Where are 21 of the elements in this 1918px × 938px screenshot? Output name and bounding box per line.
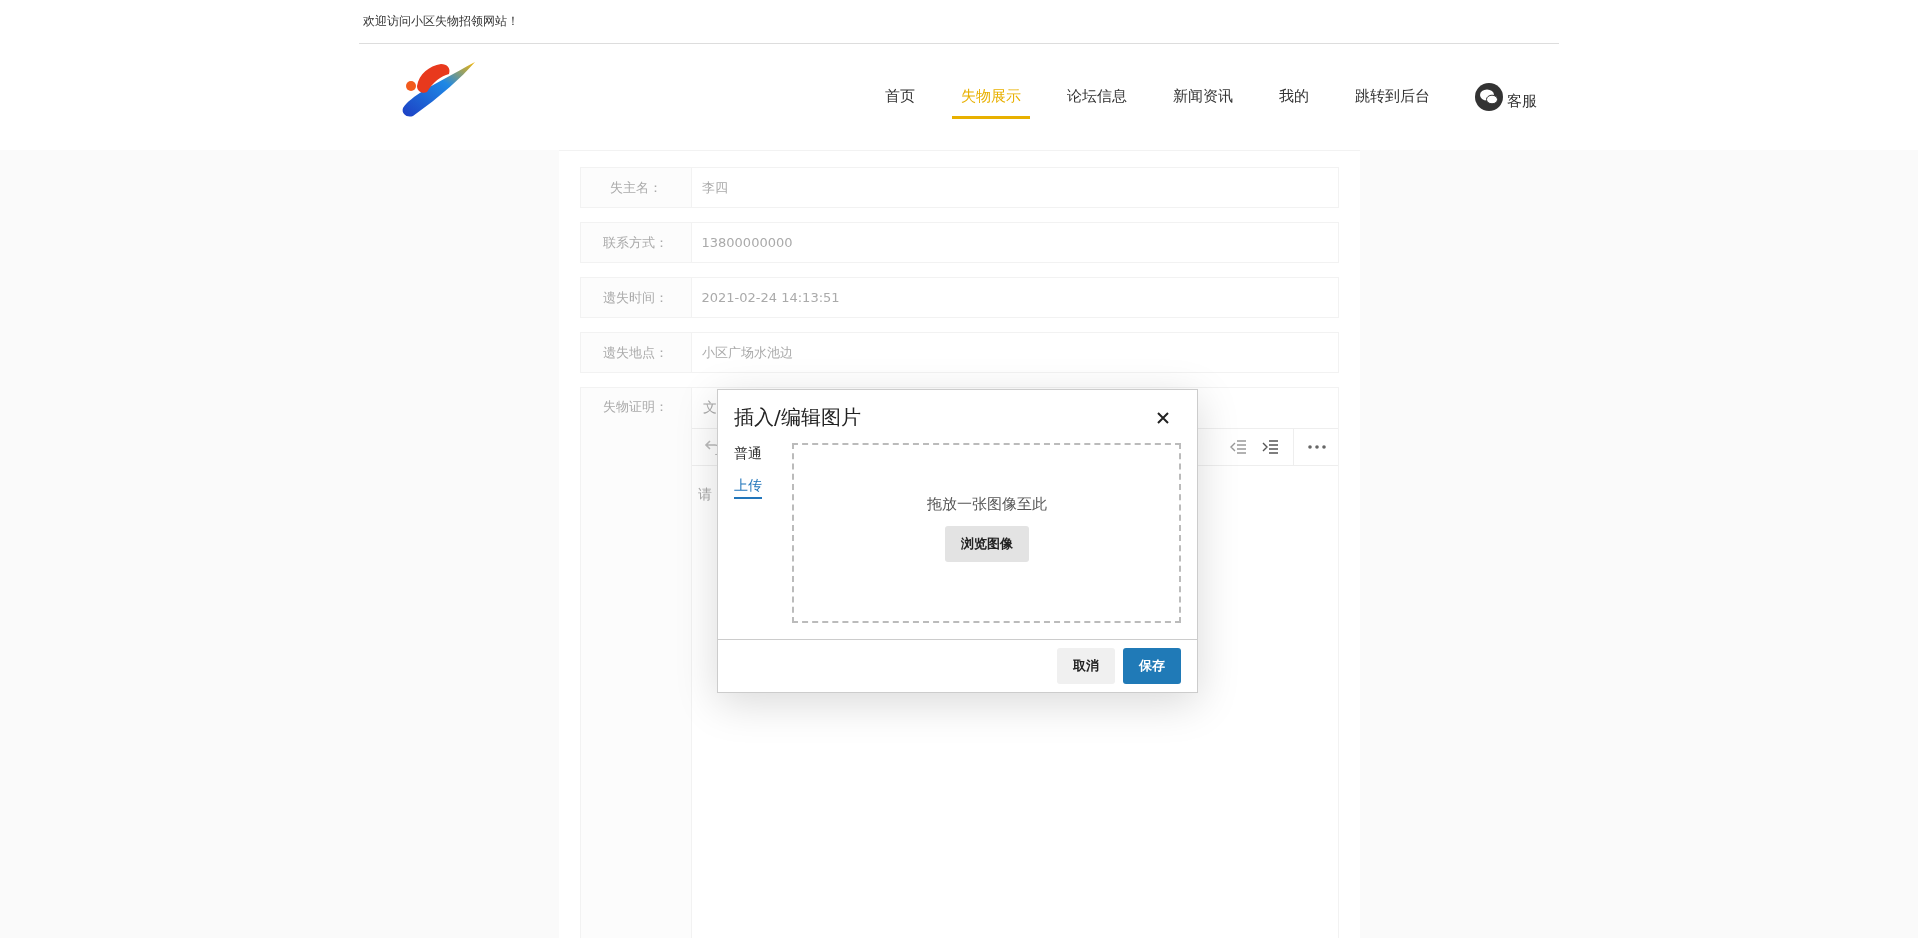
nav-link[interactable]: 论坛信息	[1058, 75, 1136, 119]
welcome-text: 欢迎访问小区失物招领网站！	[363, 13, 519, 30]
drop-zone[interactable]: 拖放一张图像至此 浏览图像	[792, 443, 1181, 623]
service-link[interactable]: 客服	[1507, 91, 1537, 111]
outdent-icon[interactable]	[1228, 439, 1247, 455]
chat-icon[interactable]	[1475, 83, 1503, 111]
indent-icon[interactable]	[1260, 439, 1279, 455]
editor-placeholder: 请	[697, 486, 712, 502]
dialog-tab[interactable]: 上传	[734, 477, 762, 499]
drop-hint: 拖放一张图像至此	[926, 494, 1047, 514]
cancel-button[interactable]: 取消	[1057, 648, 1115, 684]
close-icon[interactable]	[1157, 411, 1169, 424]
nav-link[interactable]: 首页	[876, 75, 924, 119]
nav-link[interactable]: 新闻资讯	[1164, 75, 1242, 119]
dialog-title: 插入/编辑图片	[734, 404, 861, 431]
more-icon[interactable]	[1307, 445, 1326, 449]
browse-button[interactable]: 浏览图像	[944, 525, 1029, 562]
dialog-tab[interactable]: 普通	[734, 445, 762, 467]
nav-link[interactable]: 我的	[1270, 75, 1318, 119]
nav-link[interactable]: 跳转到后台	[1346, 75, 1439, 119]
save-button[interactable]: 保存	[1123, 648, 1181, 684]
